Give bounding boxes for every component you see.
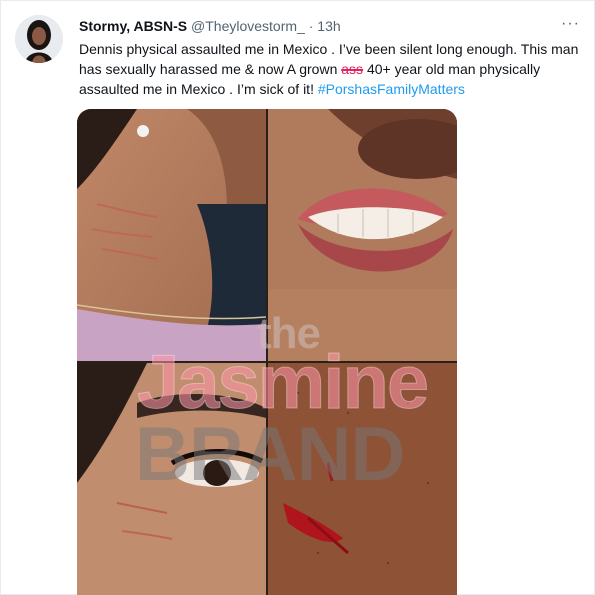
hashtag-link[interactable]: #PorshasFamilyMatters bbox=[318, 81, 465, 97]
separator-dot: · bbox=[308, 18, 314, 34]
media-grid[interactable]: the Jasmine BRAND bbox=[77, 109, 457, 595]
more-options-icon[interactable]: ··· bbox=[561, 15, 580, 33]
photo-eye-image bbox=[77, 363, 266, 595]
avatar[interactable] bbox=[15, 15, 63, 63]
tweet-text: Dennis physical assaulted me in Mexico .… bbox=[79, 39, 579, 99]
photo-lip-image bbox=[268, 109, 457, 361]
struck-word: ass bbox=[341, 61, 364, 77]
media-photo-eye[interactable] bbox=[77, 363, 266, 595]
user-handle[interactable]: @Theylovestorm_ bbox=[191, 18, 305, 34]
photo-neck-image bbox=[77, 109, 266, 361]
display-name[interactable]: Stormy, ABSN-S bbox=[79, 18, 187, 34]
tweet-header: Stormy, ABSN-S @Theylovestorm_ · 13h bbox=[79, 17, 570, 35]
media-photo-lip[interactable] bbox=[268, 109, 457, 361]
timestamp[interactable]: 13h bbox=[317, 18, 340, 34]
tweet-card[interactable]: Stormy, ABSN-S @Theylovestorm_ · 13h ···… bbox=[0, 0, 595, 595]
media-photo-wound[interactable] bbox=[268, 363, 457, 595]
media-photo-neck[interactable] bbox=[77, 109, 266, 361]
photo-wound-image bbox=[268, 363, 457, 595]
avatar-image bbox=[15, 15, 63, 63]
